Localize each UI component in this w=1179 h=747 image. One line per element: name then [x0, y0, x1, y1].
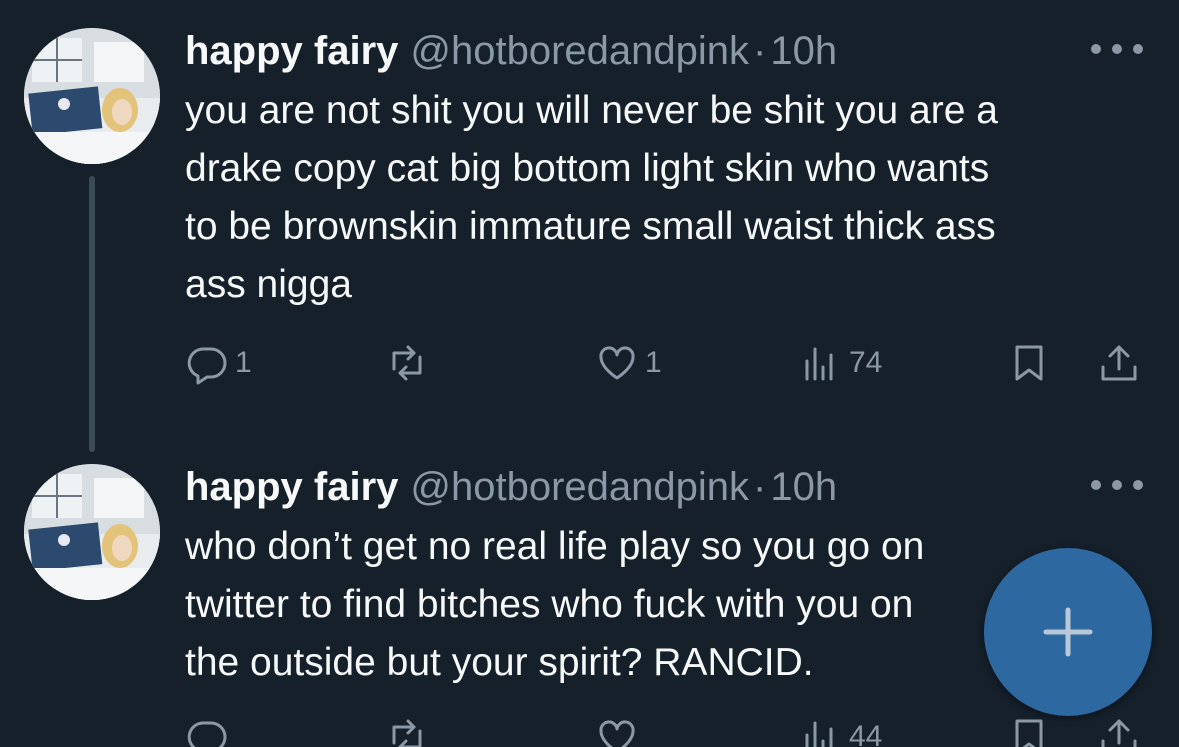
views-button[interactable]: 74	[799, 338, 882, 388]
reply-count: 1	[235, 346, 252, 379]
timestamp[interactable]: 10h	[770, 462, 837, 512]
like-button[interactable]	[595, 712, 645, 747]
share-icon	[1101, 345, 1137, 381]
retweet-button[interactable]	[385, 712, 435, 747]
share-button[interactable]	[1097, 712, 1141, 747]
timeline: happy fairy @hotboredandpink · 10h you a…	[0, 0, 1179, 747]
avatar[interactable]	[24, 28, 160, 164]
author-handle[interactable]: @hotboredandpink	[410, 462, 749, 512]
retweet-icon	[392, 345, 422, 381]
tweet-header: happy fairy @hotboredandpink · 10h	[185, 26, 837, 76]
tweet-actions: 44	[185, 712, 1155, 747]
avatar-image	[24, 464, 160, 600]
tweet-actions: 1 1 74	[185, 338, 1155, 388]
more-icon[interactable]	[1091, 34, 1143, 64]
tweet-text: you are not shit you will never be shit …	[185, 89, 998, 306]
reply-button[interactable]: 1	[185, 338, 252, 388]
reply-icon	[187, 721, 227, 747]
more-icon[interactable]	[1091, 470, 1143, 500]
bookmark-icon	[1015, 345, 1043, 381]
view-count: 74	[849, 346, 883, 379]
plus-icon	[1043, 607, 1093, 657]
retweet-icon	[392, 719, 422, 747]
author-name[interactable]: happy fairy	[185, 462, 398, 512]
timestamp[interactable]: 10h	[770, 26, 837, 76]
views-button[interactable]: 44	[799, 712, 882, 747]
tweet-header: happy fairy @hotboredandpink · 10h	[185, 462, 837, 512]
heart-icon	[599, 346, 635, 380]
share-icon	[1101, 719, 1137, 747]
thread-line	[89, 176, 95, 452]
bookmark-button[interactable]	[1007, 338, 1051, 388]
share-button[interactable]	[1097, 338, 1141, 388]
bookmark-button[interactable]	[1007, 712, 1051, 747]
separator: ·	[753, 29, 767, 73]
avatar-image	[24, 28, 160, 164]
author-handle[interactable]: @hotboredandpink	[410, 26, 749, 76]
views-icon	[805, 721, 833, 747]
heart-icon	[599, 720, 635, 747]
view-count: 44	[849, 720, 883, 747]
author-name[interactable]: happy fairy	[185, 26, 398, 76]
retweet-button[interactable]	[385, 338, 435, 388]
bookmark-icon	[1015, 719, 1043, 747]
reply-button[interactable]	[185, 712, 235, 747]
avatar[interactable]	[24, 464, 160, 600]
tweet[interactable]: happy fairy @hotboredandpink · 10h you a…	[0, 0, 1179, 452]
views-icon	[805, 347, 833, 381]
compose-button[interactable]	[984, 548, 1152, 716]
reply-icon	[187, 347, 227, 385]
like-count: 1	[645, 346, 662, 379]
separator: ·	[753, 465, 767, 509]
like-button[interactable]: 1	[595, 338, 662, 388]
